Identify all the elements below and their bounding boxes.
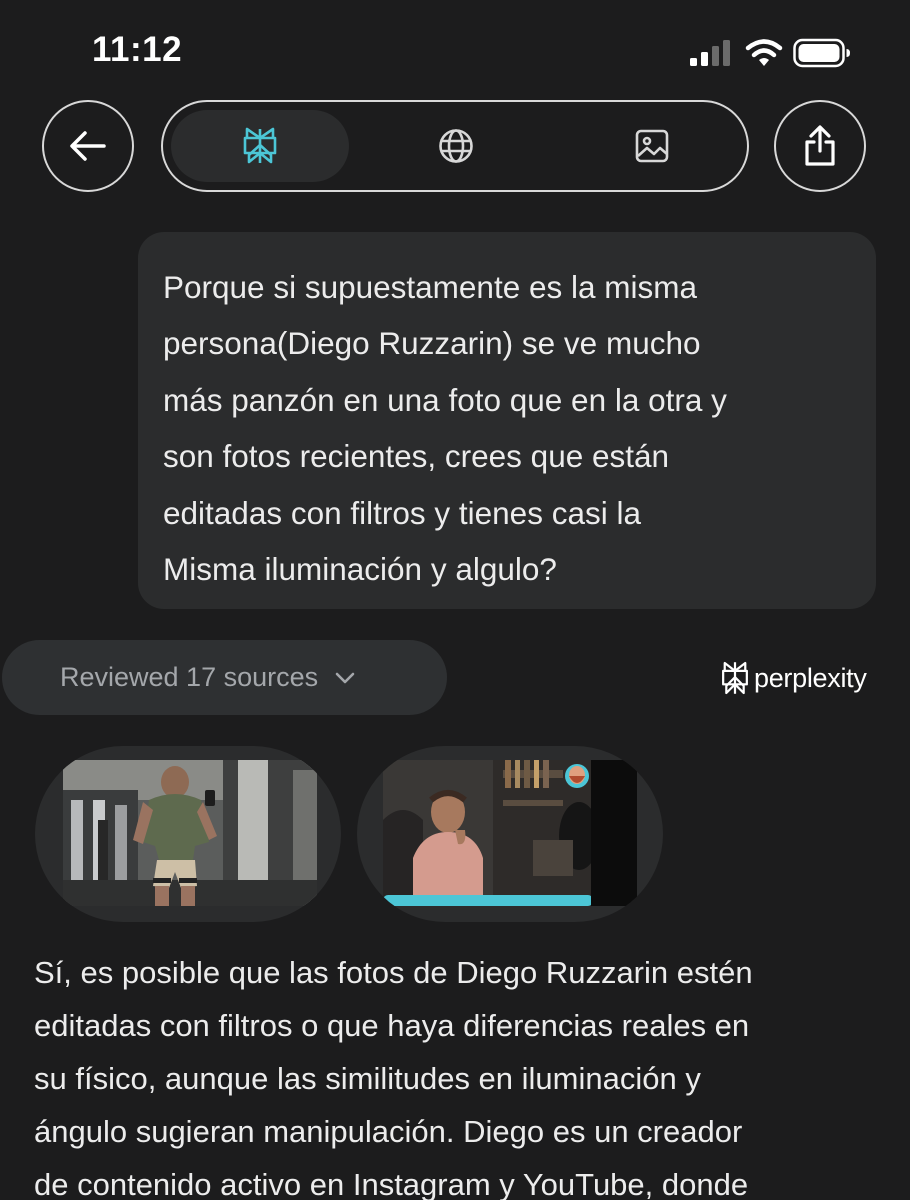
answer-line: ángulo sugieran manipulación. Diego es u… [34, 1114, 743, 1149]
back-button[interactable] [42, 100, 134, 192]
perplexity-logo-icon [722, 661, 748, 695]
video-frame-image [383, 760, 637, 906]
globe-icon [439, 129, 473, 163]
status-time: 11:12 [92, 30, 183, 69]
wifi-icon [745, 39, 783, 66]
source-image-card[interactable] [357, 746, 663, 922]
brand-name: perplexity [754, 662, 867, 693]
signal-icon [690, 40, 730, 66]
image-icon [635, 129, 669, 163]
tab-perplexity[interactable] [171, 110, 349, 182]
answer-line: su físico, aunque las similitudes en ilu… [34, 1061, 701, 1096]
question-line: editadas con filtros y tienes casi la [163, 494, 641, 531]
reviewed-sources-button[interactable]: Reviewed 17 sources [2, 640, 447, 715]
source-image-card[interactable] [35, 746, 341, 922]
sources-label: Reviewed 17 sources [60, 662, 319, 692]
screen: 11:12 Porque si supuestamente es la mism… [0, 0, 910, 1200]
question-line: Misma iluminación y algulo? [163, 551, 557, 588]
share-button[interactable] [774, 100, 866, 192]
search-mode-switcher [161, 100, 749, 192]
question-line: Porque si supuestamente es la misma [163, 269, 698, 305]
question-line: más panzón en una foto que en la otra y [163, 381, 727, 418]
answer-text: Sí, es posible que las fotos de Diego Ru… [34, 946, 884, 1200]
share-icon [805, 125, 835, 166]
question-line: persona(Diego Ruzzarin) se ve mucho [163, 325, 701, 362]
user-question-bubble: Porque si supuestamente es la misma pers… [138, 232, 876, 609]
battery-icon [793, 38, 850, 68]
answer-line: Sí, es posible que las fotos de Diego Ru… [34, 955, 753, 990]
tab-web[interactable] [367, 110, 545, 182]
answer-line: editadas con filtros o que haya diferenc… [34, 1008, 750, 1043]
status-bar: 11:12 [0, 0, 910, 100]
answer-line: de contenido activo en Instagram y YouTu… [34, 1167, 749, 1200]
arrow-left-icon [70, 131, 106, 161]
chevron-down-icon [335, 672, 355, 683]
perplexity-brand: perplexity [720, 657, 867, 699]
gym-mirror-selfie-image [63, 760, 317, 906]
question-line: son fotos recientes, crees que están [163, 438, 670, 475]
perplexity-logo-icon [243, 127, 277, 164]
tab-images[interactable] [563, 110, 741, 182]
